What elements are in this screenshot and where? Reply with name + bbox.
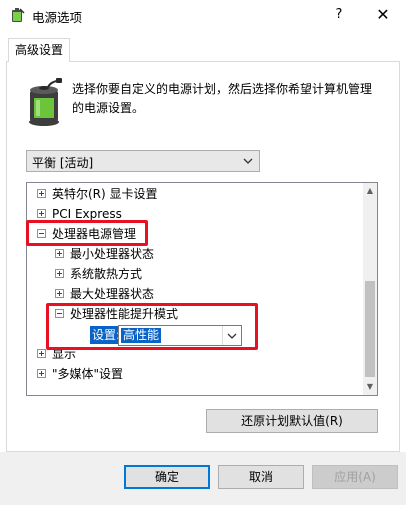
restore-defaults-button[interactable]: 还原计划默认值(R) <box>206 409 378 433</box>
settings-tree[interactable]: 英特尔(R) 显卡设置 PCI Express 处理器电源管理 最小处理器状态 … <box>26 182 378 396</box>
window-title: 电源选项 <box>32 10 83 25</box>
scroll-down-icon[interactable]: ▼ <box>363 379 377 395</box>
boost-mode-dropdown[interactable]: 高性能 <box>118 325 242 346</box>
cancel-button[interactable]: 取消 <box>218 465 304 489</box>
expand-icon[interactable] <box>37 369 46 378</box>
power-options-icon <box>12 8 25 22</box>
collapse-icon[interactable] <box>55 309 64 318</box>
scroll-thumb[interactable] <box>365 281 375 377</box>
help-button[interactable]: ? <box>326 4 352 26</box>
expand-icon[interactable] <box>37 189 46 198</box>
expand-icon[interactable] <box>55 249 64 258</box>
tree-scrollbar[interactable]: ▲ ▼ <box>363 183 377 395</box>
boost-mode-value: 高性能 <box>121 328 162 343</box>
expand-icon[interactable] <box>55 269 64 278</box>
expand-icon[interactable] <box>37 349 46 358</box>
power-plan-value: 平衡 [活动] <box>32 156 94 170</box>
power-plan-dropdown[interactable]: 平衡 [活动] <box>26 150 260 172</box>
collapse-icon[interactable] <box>37 229 46 238</box>
expand-icon[interactable] <box>55 289 64 298</box>
battery-icon <box>29 78 62 126</box>
ok-button[interactable]: 确定 <box>124 465 210 489</box>
apply-button[interactable]: 应用(A) <box>312 465 398 489</box>
dropdown-arrow[interactable] <box>222 326 241 345</box>
scroll-up-icon[interactable]: ▲ <box>363 183 377 199</box>
title-bar: 电源选项 ? ✕ <box>0 0 406 30</box>
tab-advanced-settings[interactable]: 高级设置 <box>8 38 70 62</box>
close-button[interactable]: ✕ <box>366 2 400 28</box>
chevron-down-icon <box>243 158 253 164</box>
expand-icon[interactable] <box>37 209 46 218</box>
description-text: 选择你要自定义的电源计划，然后选择你希望计算机管理的电源设置。 <box>72 82 373 115</box>
chevron-down-icon <box>227 333 237 339</box>
